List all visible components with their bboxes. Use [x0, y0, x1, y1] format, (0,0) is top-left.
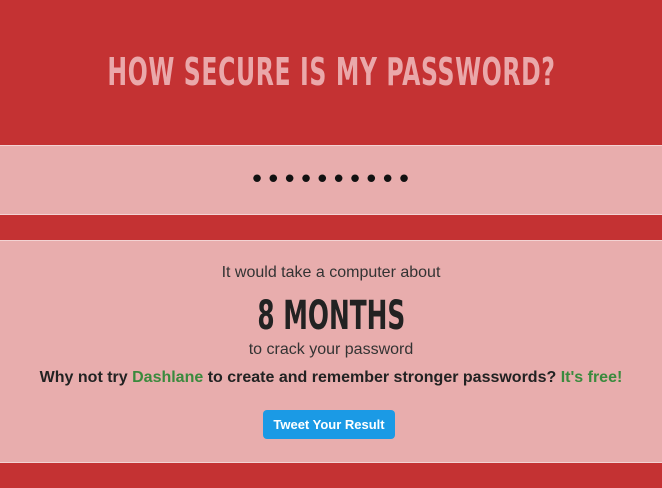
promo-middle: to create and remember stronger password… — [203, 369, 561, 386]
header: HOW SECURE IS MY PASSWORD? — [0, 0, 662, 144]
promo-prefix: Why not try — [39, 369, 133, 386]
result-lead-text: It would take a computer about — [221, 264, 441, 281]
its-free-link[interactable]: It's free! — [561, 369, 623, 386]
crack-duration-value: 8 MONTHS — [257, 293, 405, 339]
password-band — [0, 145, 662, 215]
result-tail-text: to crack your password — [248, 341, 414, 358]
crack-duration: 8 MONTHS — [0, 293, 662, 339]
page-title: HOW SECURE IS MY PASSWORD? — [106, 50, 556, 94]
page: HOW SECURE IS MY PASSWORD? It would take… — [0, 0, 662, 488]
tweet-result-button[interactable]: Tweet Your Result — [263, 410, 395, 439]
promo-text: Why not try Dashlane to create and remem… — [0, 369, 662, 387]
result-panel: It would take a computer about 8 MONTHS … — [0, 240, 662, 463]
dashlane-link[interactable]: Dashlane — [132, 369, 203, 386]
password-input[interactable] — [131, 165, 531, 195]
